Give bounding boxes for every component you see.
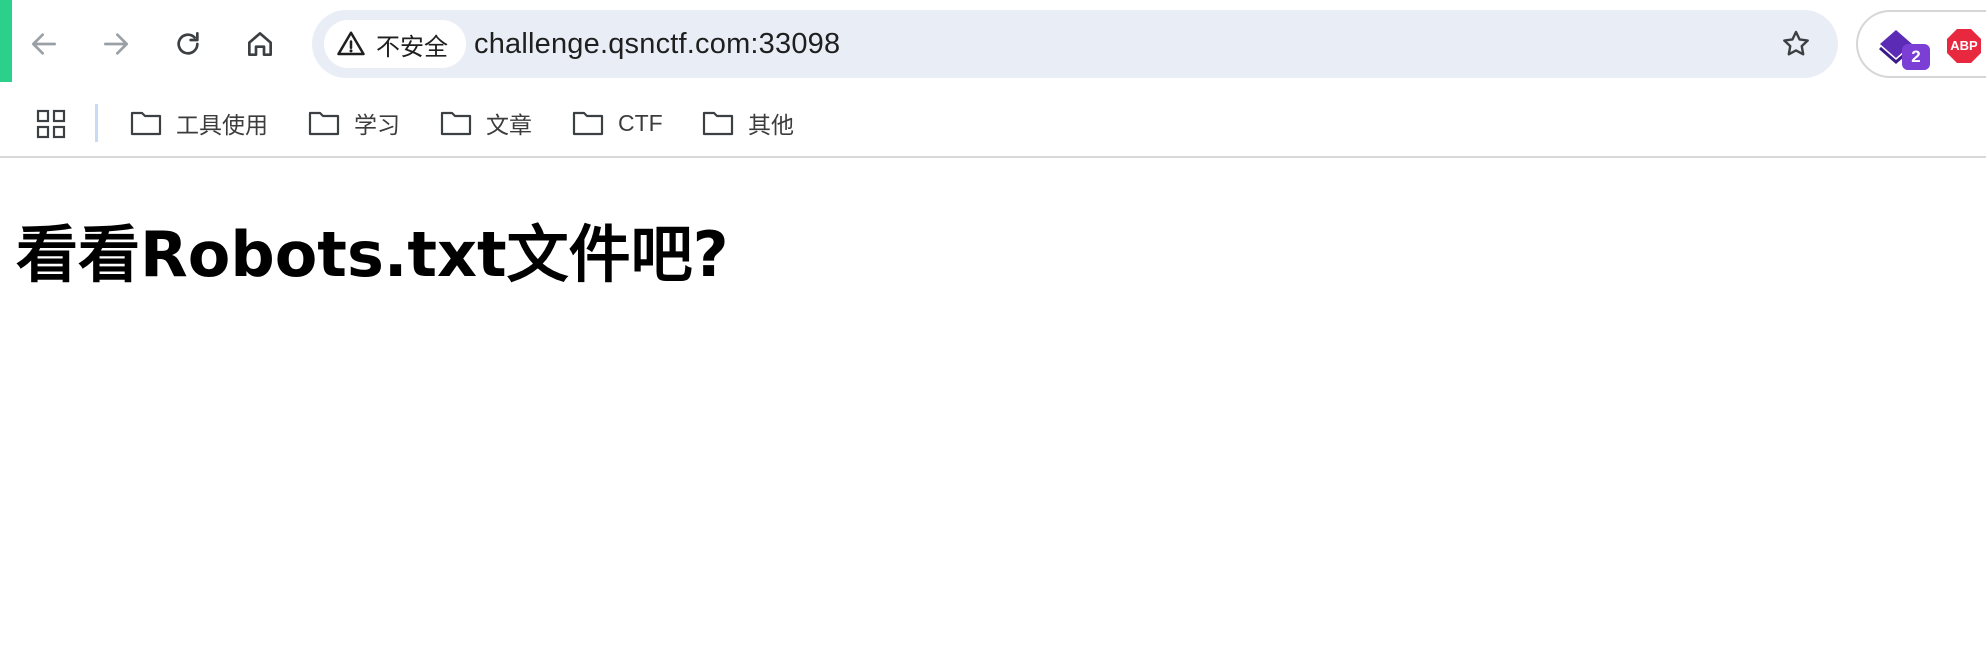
bookmark-label: CTF: [618, 109, 663, 136]
warning-icon: [337, 31, 365, 56]
bookmark-folder-articles[interactable]: 文章: [440, 102, 532, 144]
bookmark-folder-study[interactable]: 学习: [308, 102, 400, 144]
bookmark-folder-other[interactable]: 其他: [702, 102, 794, 144]
bookmark-label: 文章: [486, 112, 532, 138]
folder-icon: [702, 111, 734, 136]
forward-button[interactable]: [92, 20, 140, 68]
folder-icon: [130, 111, 162, 136]
reload-icon: [177, 32, 199, 55]
star-icon: [1783, 30, 1809, 56]
folder-icon: [308, 111, 340, 136]
bookmark-label: 工具使用: [176, 112, 268, 138]
adblock-plus-icon[interactable]: [1946, 28, 1982, 64]
security-label: 不安全: [376, 33, 448, 61]
back-button[interactable]: [20, 20, 68, 68]
reload-button[interactable]: [164, 20, 212, 68]
bookmarks-separator: [95, 104, 98, 142]
security-indicator[interactable]: 不安全: [324, 20, 466, 68]
extensions-area: 2 ABP: [1856, 10, 1986, 78]
bookmark-star-button[interactable]: [1776, 24, 1816, 64]
bookmark-label: 学习: [354, 112, 400, 138]
bookmarks-bar: 工具使用 学习 文章 CTF 其他: [0, 88, 1986, 158]
url-text[interactable]: challenge.qsnctf.com:33098: [474, 28, 840, 61]
bookmark-folder-ctf[interactable]: CTF: [572, 102, 663, 144]
extension-badge: 2: [1902, 44, 1930, 70]
home-button[interactable]: [236, 20, 284, 68]
window-accent-strip: [0, 0, 12, 82]
address-bar[interactable]: 不安全 challenge.qsnctf.com:33098: [312, 10, 1838, 78]
folder-icon: [440, 111, 472, 136]
browser-toolbar: 不安全 challenge.qsnctf.com:33098 2 ABP: [0, 0, 1986, 88]
apps-grid-icon[interactable]: [36, 109, 66, 139]
arrow-left-icon: [32, 33, 56, 55]
arrow-right-icon: [104, 33, 128, 55]
page-heading: 看看Robots.txt文件吧?: [16, 218, 729, 291]
folder-icon: [572, 111, 604, 136]
home-icon: [248, 32, 272, 56]
bookmark-folder-tools[interactable]: 工具使用: [130, 102, 268, 144]
bookmark-label: 其他: [748, 112, 794, 138]
